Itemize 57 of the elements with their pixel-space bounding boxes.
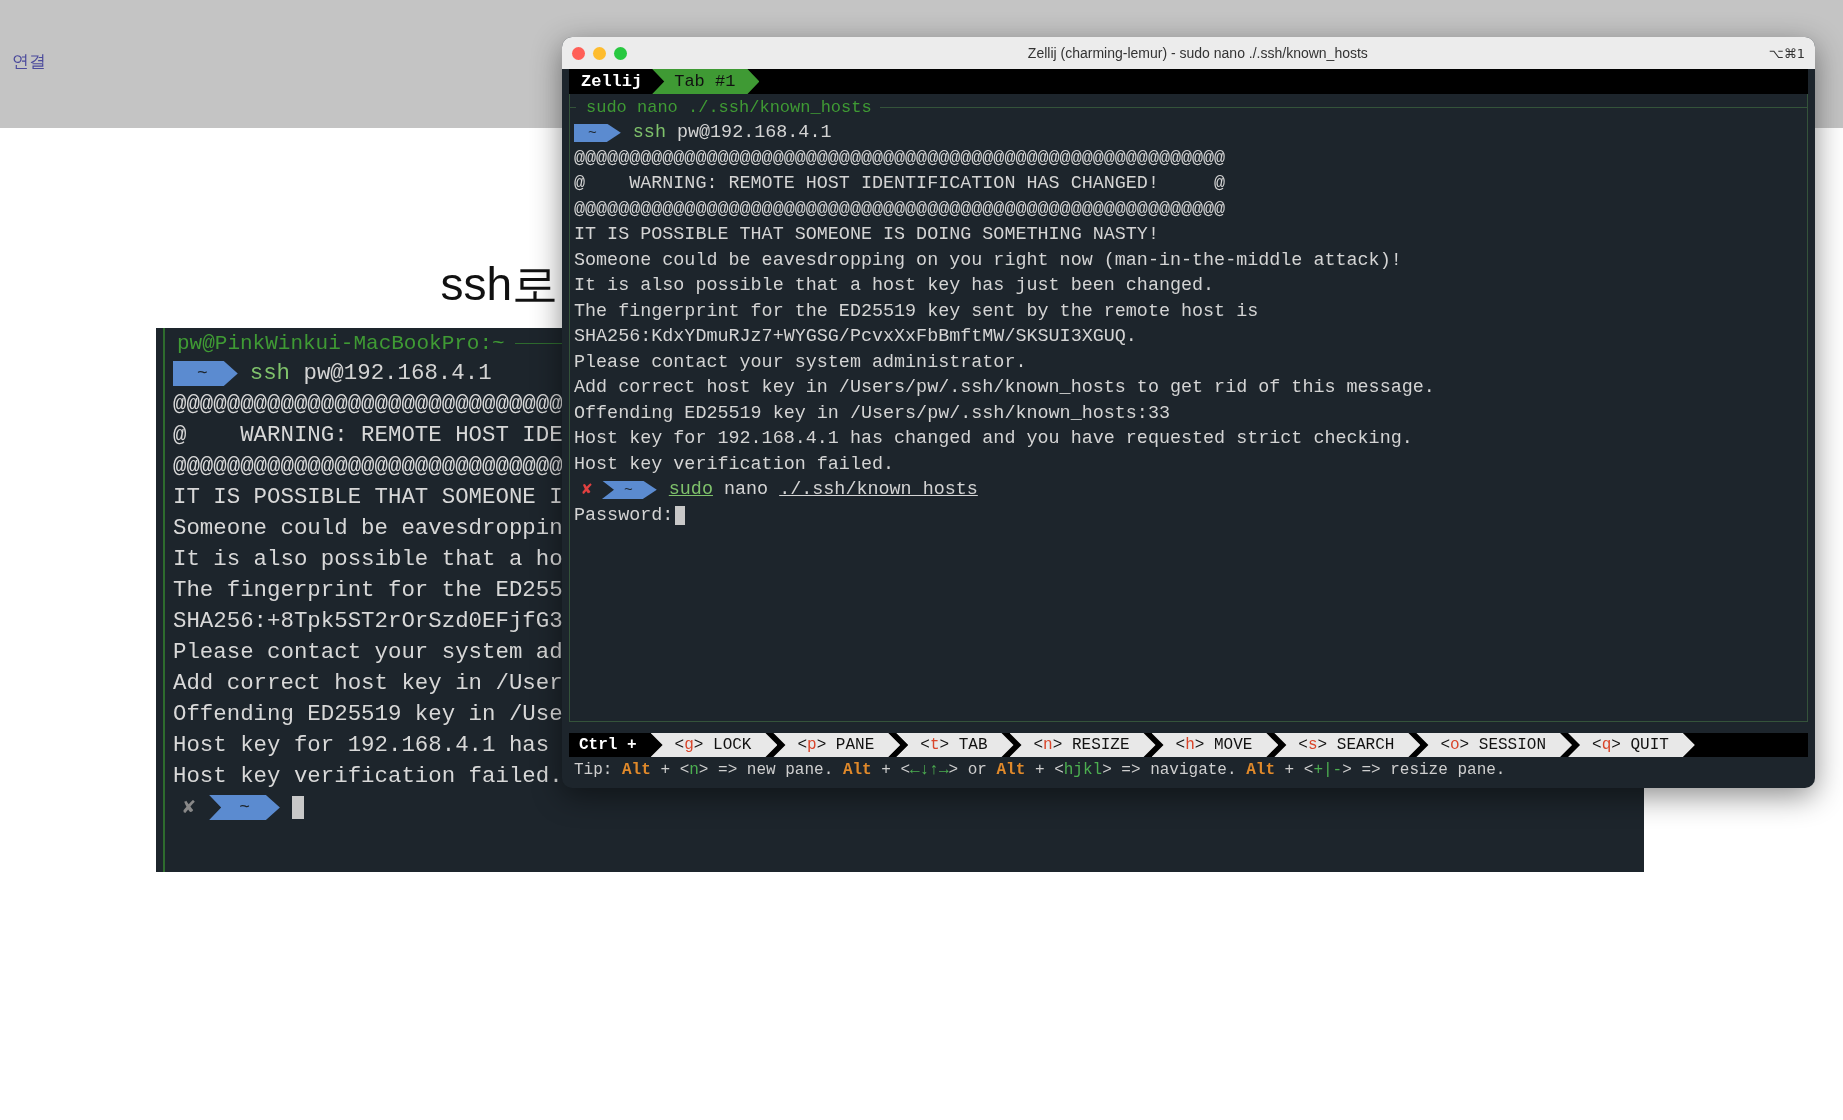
close-button[interactable] <box>572 46 585 60</box>
output-line: Offending ED25519 key in /Use <box>173 700 563 729</box>
shortcut-hint: <h> MOVE <box>1151 733 1279 757</box>
tip-text: Tip: Alt + <n> => new pane. Alt + <←↓↑→> or Alt + <hjkl> => navigate. Alt + <+|-> => resize pane. <box>573 760 1507 781</box>
output-line: Add correct host key in /User <box>173 669 563 698</box>
output-line: @@@@@@@@@@@@@@@@@@@@@@@@@@@@@@@@@@@@@@@@@@@@@@@@@@@@@@@@@@@ <box>574 197 1226 222</box>
output-line: Someone could be eavesdropping on you right now (man-in-the-middle attack)! <box>574 248 1402 273</box>
page-heading: ssh로 <box>440 258 558 310</box>
output-line: SHA256:+8Tpk5ST2rOrSzd0EFjfG3 <box>173 607 563 636</box>
shortcut-hint: <s> SEARCH <box>1274 733 1421 757</box>
prompt-directory: ~ <box>601 480 657 499</box>
shortcut-hint: <p> PANE <box>773 733 901 757</box>
output-line: Host key for 192.168.4.1 has <box>173 731 550 760</box>
output-line: Host key verification failed. <box>574 452 895 477</box>
output-line: Please contact your system ad <box>173 638 563 667</box>
output-line: Add correct host key in /Users/pw/.ssh/known_hosts to get rid of this message. <box>574 376 1435 400</box>
tab[interactable]: Tab #1 <box>652 69 760 94</box>
output-line: The fingerprint for the ED25519 key sent by the remote host is <box>574 299 1259 324</box>
output-line: @@@@@@@@@@@@@@@@@@@@@@@@@@@@@ <box>173 452 563 481</box>
error-mark: ✘ <box>582 479 592 501</box>
window-title: Zellij (charming-lemur) - sudo nano ./.ssh/known_hosts <box>1026 45 1369 61</box>
error-mark: ✘ <box>183 795 196 821</box>
modifier-label: Ctrl + <box>578 736 638 754</box>
command-text: sudo nano ./.ssh/known_hosts <box>668 478 978 502</box>
prompt-directory: ~ <box>209 794 280 821</box>
minimize-button[interactable] <box>593 46 606 60</box>
zoom-button[interactable] <box>614 46 627 60</box>
output-line: IT IS POSSIBLE THAT SOMEONE I <box>173 483 563 512</box>
shortcut-hint: <g> LOCK <box>650 733 778 757</box>
output-line: Password: <box>574 503 674 528</box>
output-line: Host key for 192.168.4.1 has changed and you have requested strict checking. <box>574 427 1413 451</box>
pane-title: sudo nano ./.ssh/known_hosts <box>585 97 873 117</box>
output-line: The fingerprint for the ED255 <box>173 576 563 605</box>
command-text: ssh pw@192.168.4.1 <box>632 121 832 145</box>
window-shortcut: ⌥⌘1 <box>1768 45 1805 61</box>
output-line: @@@@@@@@@@@@@@@@@@@@@@@@@@@@@@@@@@@@@@@@@@@@@@@@@@@@@@@@@@@ <box>574 146 1226 171</box>
output-line: @ WARNING: REMOTE HOST IDE <box>173 421 563 450</box>
output-line: SHA256:KdxYDmuRJz7+WYGSG/PcvxXxFbBmftMW/SKSUI3XGUQ. <box>574 325 1137 349</box>
shortcut-hint: <n> RESIZE <box>1009 733 1156 757</box>
output-line: @ WARNING: REMOTE HOST IDENTIFICATION HAS CHANGED! @ <box>574 172 1226 196</box>
shortcut-hint: <o> SESSION <box>1416 733 1573 757</box>
output-line: Offending ED25519 key in /Users/pw/.ssh/known_hosts:33 <box>574 401 1170 426</box>
output-line: Please contact your system administrator. <box>574 350 1027 375</box>
shortcut-hint: <q> QUIT <box>1568 733 1695 757</box>
output-line: It is also possible that a ho <box>173 545 563 574</box>
app-label: Zellij <box>580 72 644 91</box>
output-line: Someone could be eavesdroppin <box>173 514 563 543</box>
nav-link[interactable]: 연결 <box>12 51 46 71</box>
output-line: @@@@@@@@@@@@@@@@@@@@@@@@@@@@@ <box>173 390 563 419</box>
terminal-title: pw@PinkWinkui-MacBookPro:~ <box>177 331 505 355</box>
shortcut-hint: <t> TAB <box>896 733 1014 757</box>
output-line: It is also possible that a host key has just been changed. <box>574 274 1215 298</box>
output-line: IT IS POSSIBLE THAT SOMEONE IS DOING SOMETHING NASTY! <box>574 223 1159 247</box>
output-line: Host key verification failed. <box>173 762 563 791</box>
prompt-directory: ~ <box>173 360 238 387</box>
command-text: ssh pw@192.168.4.1 <box>249 359 492 388</box>
prompt-directory: ~ <box>574 123 621 142</box>
